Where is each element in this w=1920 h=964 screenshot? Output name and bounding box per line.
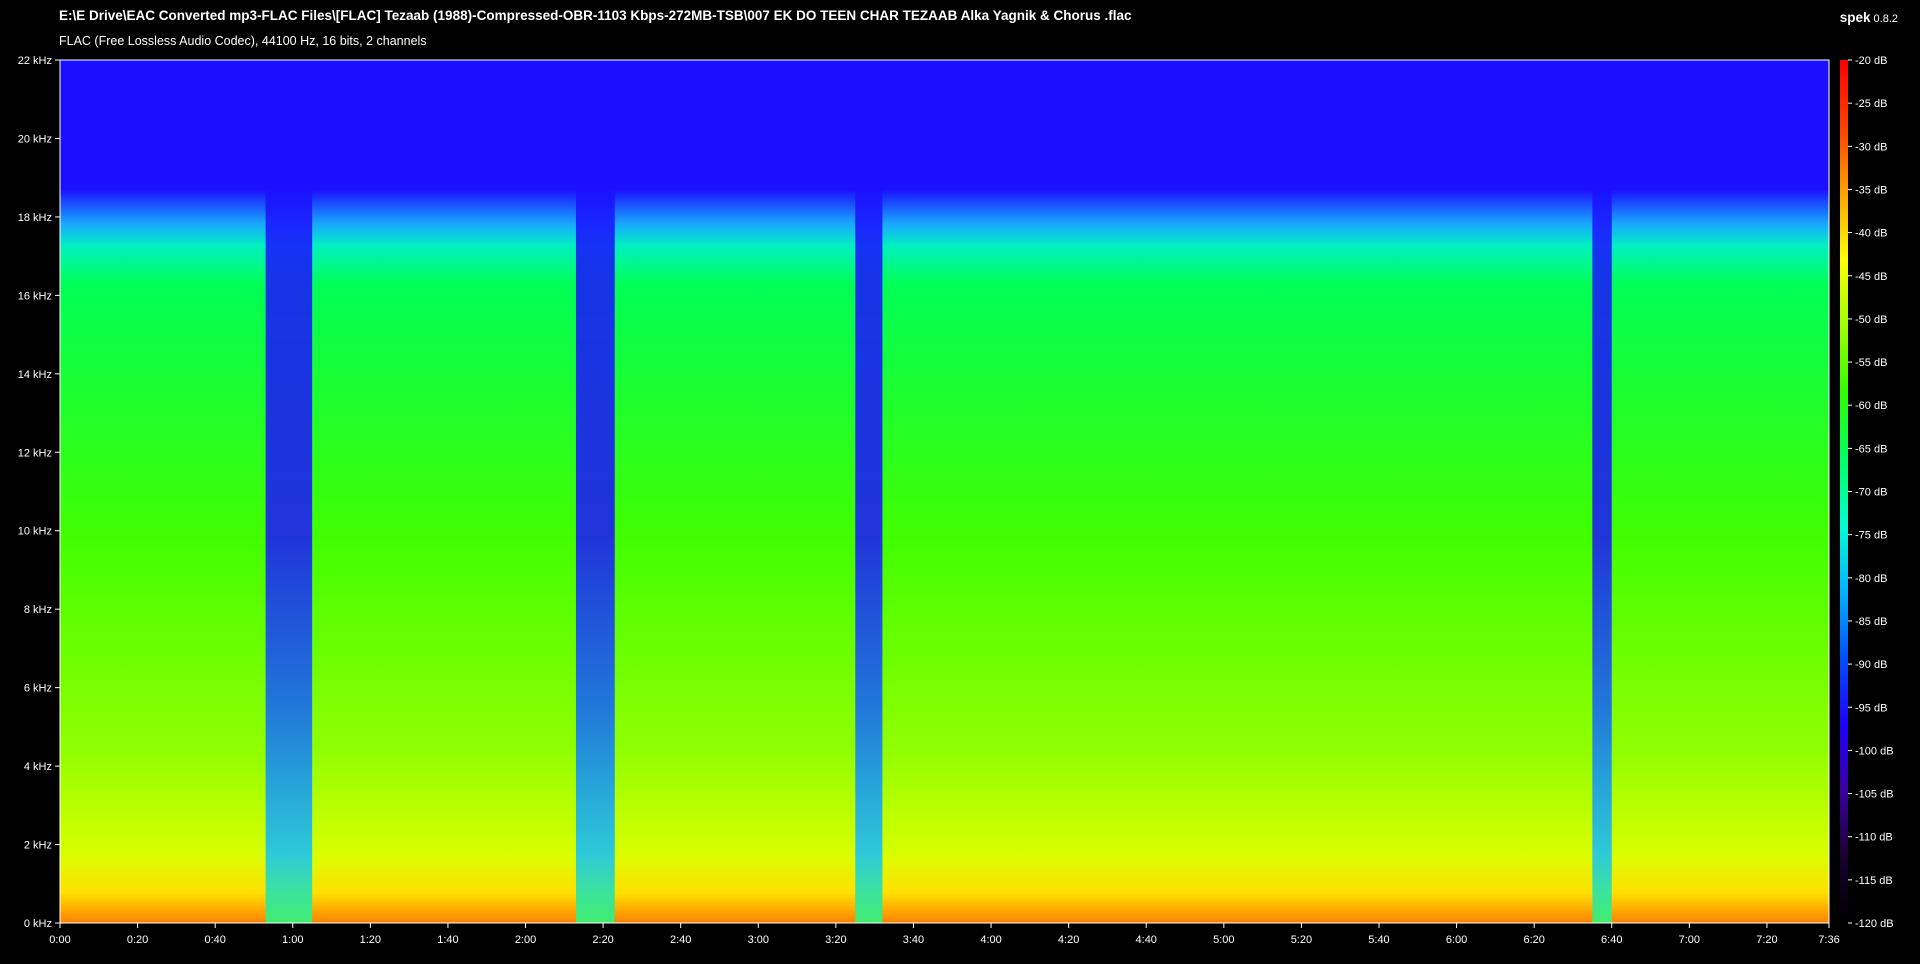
scale-tick-label: -80 dB [1855, 573, 1887, 585]
x-tick-label: 6:00 [1446, 934, 1467, 946]
spectrogram-fill [60, 60, 1829, 923]
scale-tick-label: -70 dB [1855, 487, 1887, 499]
x-tick-label: 5:20 [1291, 934, 1312, 946]
x-tick-label: 7:20 [1756, 934, 1777, 946]
scale-tick-label: -85 dB [1855, 616, 1887, 628]
x-tick-label: 7:00 [1679, 934, 1700, 946]
spectrogram-plot [59, 59, 1830, 924]
y-tick-label: 0 kHz [24, 918, 52, 930]
x-tick-label: 5:00 [1213, 934, 1234, 946]
quiet-section [575, 60, 615, 923]
color-scale: -20 dB -25 dB -30 dB -35 dB -40 dB -45 dB -50 … [1840, 55, 1894, 930]
scale-tick-label: -60 dB [1855, 400, 1887, 412]
scale-tick-label: -105 dB [1855, 789, 1894, 801]
x-tick-label: 3:00 [748, 934, 769, 946]
x-tick-label: 4:20 [1058, 934, 1079, 946]
quiet-section [1592, 60, 1612, 923]
scale-tick-label: -75 dB [1855, 530, 1887, 542]
scale-tick-label: -30 dB [1855, 141, 1887, 153]
y-tick-label: 12 kHz [18, 447, 52, 459]
x-tick-label: 5:40 [1368, 934, 1389, 946]
x-tick-label: 1:20 [360, 934, 381, 946]
spectrogram-chart: 0 kHz 2 kHz 4 kHz 6 kHz 8 kHz 10 kHz 12 kHz 14 … [18, 55, 1894, 946]
y-tick-label: 20 kHz [18, 133, 52, 145]
x-tick-label: 3:40 [903, 934, 924, 946]
x-tick-label: 6:20 [1523, 934, 1544, 946]
scale-tick-label: -40 dB [1855, 228, 1887, 240]
y-tick-label: 22 kHz [18, 55, 52, 67]
y-tick-label: 4 kHz [24, 761, 52, 773]
scale-tick-label: -50 dB [1855, 314, 1887, 326]
x-tick-label: 4:40 [1136, 934, 1157, 946]
x-tick-label: 0:20 [127, 934, 148, 946]
scale-tick-label: -95 dB [1855, 702, 1887, 714]
x-tick-label: 2:40 [670, 934, 691, 946]
scale-tick-label: -110 dB [1855, 832, 1893, 844]
scale-tick-label: -35 dB [1855, 184, 1887, 196]
y-tick-label: 18 kHz [18, 212, 52, 224]
x-tick-label: 2:00 [515, 934, 536, 946]
y-tick-label: 16 kHz [18, 290, 52, 302]
x-tick-label: 1:40 [437, 934, 458, 946]
y-tick-label: 8 kHz [24, 604, 52, 616]
x-tick-label: 0:40 [204, 934, 225, 946]
y-tick-label: 10 kHz [18, 526, 52, 538]
color-scale-bar [1840, 60, 1848, 923]
y-tick-label: 2 kHz [24, 840, 52, 852]
scale-tick-label: -120 dB [1855, 918, 1894, 930]
x-tick-label: 6:40 [1601, 934, 1622, 946]
scale-tick-label: -115 dB [1855, 875, 1893, 887]
x-tick-label: 1:00 [282, 934, 303, 946]
y-tick-label: 14 kHz [18, 369, 52, 381]
x-tick-label: 7:36 [1818, 934, 1839, 946]
scale-tick-label: -55 dB [1855, 357, 1887, 369]
x-tick-label: 0:00 [49, 934, 70, 946]
scale-tick-label: -45 dB [1855, 271, 1887, 283]
scale-tick-label: -65 dB [1855, 443, 1887, 455]
x-tick-label: 4:00 [980, 934, 1001, 946]
y-tick-label: 6 kHz [24, 683, 52, 695]
scale-tick-label: -100 dB [1855, 745, 1894, 757]
scale-tick-label: -20 dB [1855, 55, 1887, 67]
scale-tick-label: -90 dB [1855, 659, 1887, 671]
scale-tick-label: -25 dB [1855, 98, 1887, 110]
x-tick-label: 3:20 [825, 934, 846, 946]
quiet-section [855, 60, 883, 923]
x-tick-label: 2:20 [592, 934, 613, 946]
quiet-section [265, 60, 313, 923]
